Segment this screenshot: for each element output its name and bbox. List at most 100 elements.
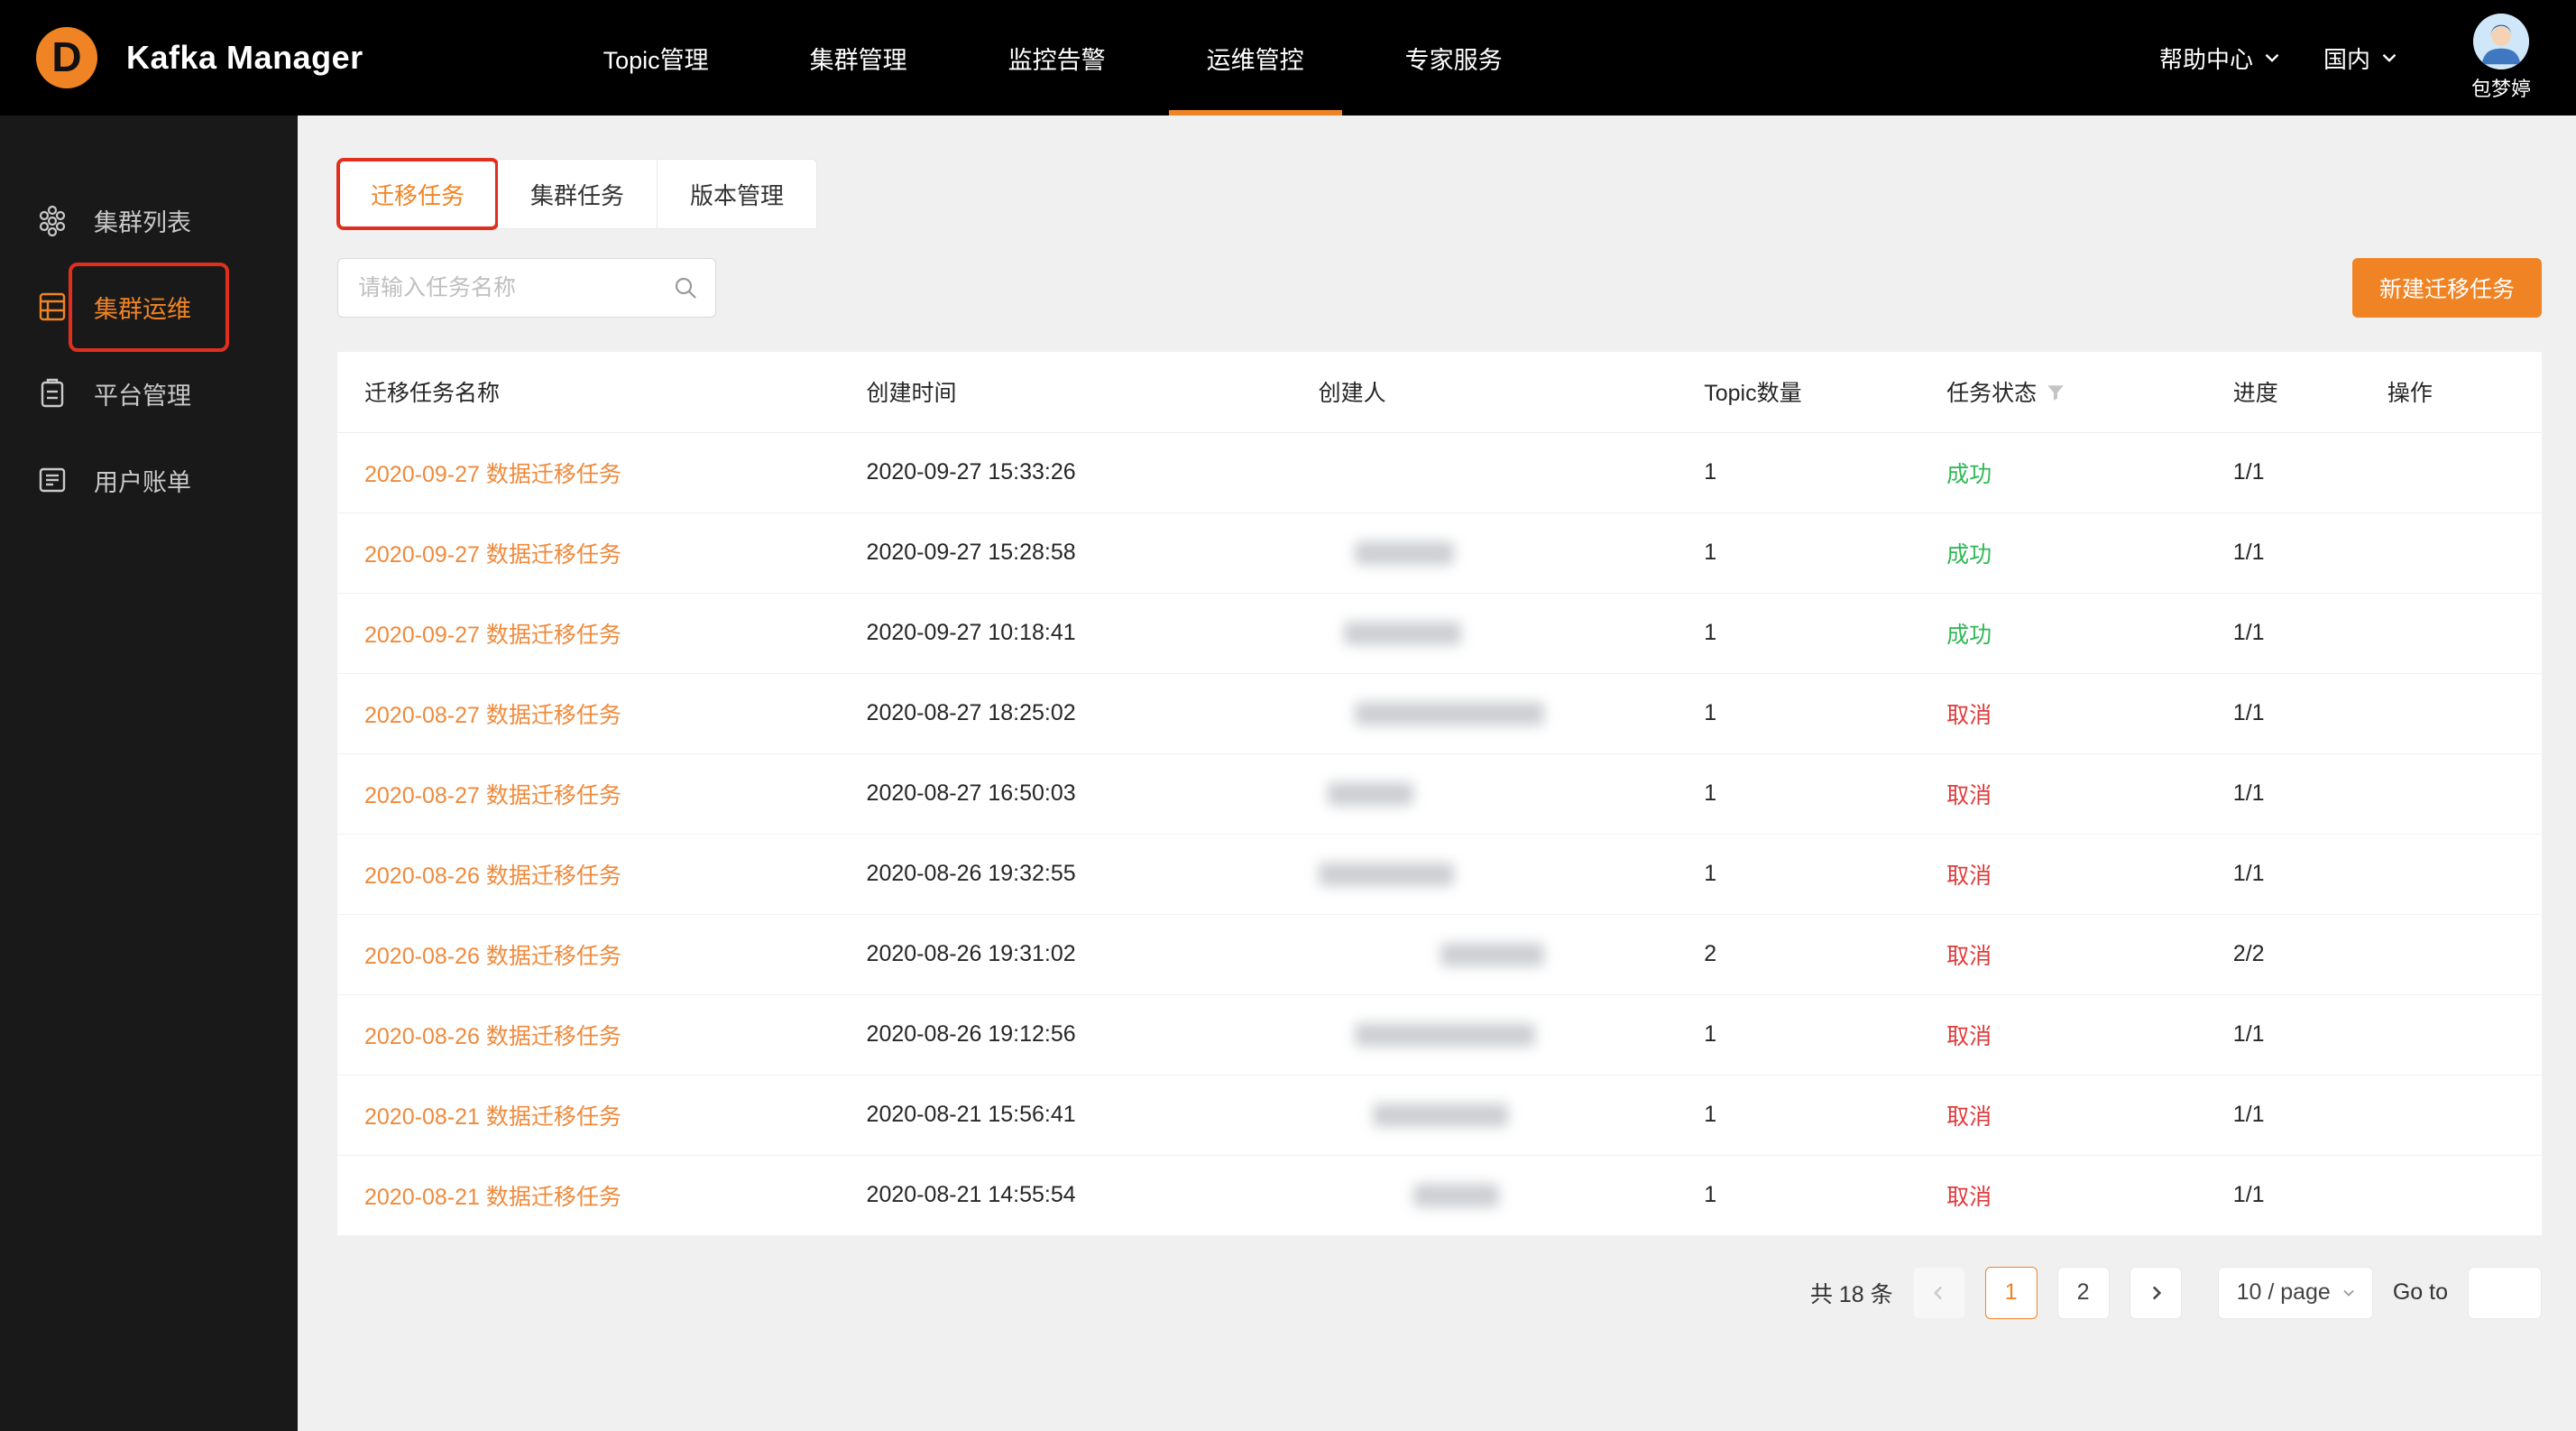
table-row: 2020-09-27 数据迁移任务2020-09-27 15:28:581成功1… <box>337 512 2542 593</box>
sidebar-item-label: 集群运维 <box>94 290 191 325</box>
sidebar-item-label: 集群列表 <box>94 203 191 238</box>
tab[interactable]: 迁移任务 <box>337 159 498 229</box>
cluster-icon <box>36 204 69 236</box>
column-header-label: 创建人 <box>1319 381 1386 406</box>
sidebar: 集群列表集群运维平台管理用户账单 <box>0 115 298 1431</box>
next-page-button[interactable] <box>2130 1267 2182 1319</box>
page-size-value: 10 / page <box>2237 1279 2331 1306</box>
nav-item[interactable]: 监控告警 <box>958 0 1156 115</box>
total-count: 共 18 条 <box>1810 1277 1893 1309</box>
topic-count: 1 <box>1704 593 1946 673</box>
task-name-link[interactable]: 2020-08-27 数据迁移任务 <box>364 783 621 808</box>
progress-value: 1/1 <box>2233 512 2387 593</box>
progress-value: 1/1 <box>2233 994 2387 1075</box>
table-row: 2020-09-27 数据迁移任务2020-09-27 15:33:261成功1… <box>337 432 2542 512</box>
progress-value: 1/1 <box>2233 753 2387 834</box>
status-badge: 成功 <box>1946 542 1992 568</box>
search-input[interactable] <box>337 258 716 318</box>
prev-page-button[interactable] <box>1913 1267 1965 1319</box>
region-selector[interactable]: 国内 <box>2323 42 2401 75</box>
help-center-link[interactable]: 帮助中心 <box>2159 42 2284 75</box>
task-name-link[interactable]: 2020-08-21 数据迁移任务 <box>364 1104 621 1130</box>
column-header-label: 创建时间 <box>867 381 957 406</box>
sidebar-item[interactable]: 平台管理 <box>0 350 298 437</box>
task-name-link[interactable]: 2020-08-26 数据迁移任务 <box>364 944 621 969</box>
chevron-right-icon <box>2144 1281 2167 1305</box>
actions-cell <box>2387 512 2542 593</box>
actions-cell <box>2387 593 2542 673</box>
redacted-creator <box>1355 1023 1535 1047</box>
goto-page-input[interactable] <box>2468 1267 2542 1319</box>
sidebar-item-label: 用户账单 <box>94 463 191 498</box>
task-name-link[interactable]: 2020-08-21 数据迁移任务 <box>364 1185 621 1210</box>
task-name-link[interactable]: 2020-09-27 数据迁移任务 <box>364 623 621 648</box>
page-button[interactable]: 1 <box>1985 1267 2038 1319</box>
topic-count: 1 <box>1704 834 1946 914</box>
task-name-link[interactable]: 2020-08-26 数据迁移任务 <box>364 1024 621 1049</box>
pagination: 共 18 条 12 10 / page Go to <box>337 1267 2542 1319</box>
task-name-link[interactable]: 2020-09-27 数据迁移任务 <box>364 542 621 568</box>
actions-cell <box>2387 673 2542 753</box>
status-badge: 成功 <box>1946 623 1992 648</box>
tab[interactable]: 集群任务 <box>498 159 658 229</box>
ops-icon <box>36 291 69 323</box>
search-icon <box>673 275 698 300</box>
svg-text:D: D <box>51 33 81 80</box>
chevron-down-icon <box>2340 1284 2358 1302</box>
created-time: 2020-08-27 18:25:02 <box>867 673 1319 753</box>
progress-value: 2/2 <box>2233 914 2387 994</box>
nav-item[interactable]: 运维管控 <box>1156 0 1355 115</box>
created-time: 2020-08-27 16:50:03 <box>867 753 1319 834</box>
table-row: 2020-08-26 数据迁移任务2020-08-26 19:31:022取消2… <box>337 914 2542 994</box>
sidebar-item[interactable]: 集群列表 <box>0 177 298 263</box>
redacted-creator <box>1355 541 1454 565</box>
nav-item[interactable]: Topic管理 <box>553 0 759 115</box>
column-header[interactable]: 任务状态 <box>1946 352 2233 432</box>
chevron-down-icon <box>2378 46 2401 69</box>
nav-item-label: 运维管控 <box>1207 41 1304 76</box>
filter-icon[interactable] <box>2046 383 2065 402</box>
table-row: 2020-08-26 数据迁移任务 2020-08-26 19:12:56 1取消 1… <box>337 994 2542 1075</box>
created-time: 2020-08-26 19:12:56 <box>867 994 1319 1075</box>
task-name-link[interactable]: 2020-08-27 数据迁移任务 <box>364 703 621 728</box>
avatar[interactable] <box>2473 14 2529 69</box>
actions-cell <box>2387 914 2542 994</box>
table-row: 2020-08-27 数据迁移任务2020-08-27 18:25:021取消1… <box>337 673 2542 753</box>
table-header: 迁移任务名称创建时间创建人Topic数量任务状态进度操作 <box>337 352 2542 432</box>
created-time: 2020-08-21 15:56:41 <box>867 1075 1319 1155</box>
new-migration-task-button[interactable]: 新建迁移任务 <box>2352 258 2542 318</box>
task-name-link[interactable]: 2020-08-26 数据迁移任务 <box>364 863 621 889</box>
actions-cell <box>2387 1075 2542 1155</box>
sidebar-item[interactable]: 集群运维 <box>0 263 298 350</box>
user-profile[interactable]: 包梦婷 <box>2471 14 2531 102</box>
page-button[interactable]: 2 <box>2057 1267 2110 1319</box>
status-badge: 取消 <box>1946 1185 1992 1210</box>
status-badge: 取消 <box>1946 1024 1992 1049</box>
progress-value: 1/1 <box>2233 593 2387 673</box>
toolbar: 新建迁移任务 <box>337 258 2542 318</box>
page-buttons: 12 <box>1985 1267 2110 1319</box>
status-badge: 取消 <box>1946 944 1992 969</box>
redacted-creator <box>1355 702 1544 725</box>
creator-cell <box>1319 512 1705 593</box>
creator-cell <box>1319 673 1705 753</box>
sidebar-item[interactable]: 用户账单 <box>0 437 298 523</box>
topic-count: 1 <box>1704 994 1946 1075</box>
page-size-select[interactable]: 10 / page <box>2218 1267 2373 1319</box>
redacted-creator <box>1344 622 1461 645</box>
nav-item-label: 专家服务 <box>1405 41 1503 76</box>
creator-cell <box>1319 593 1705 673</box>
column-header-label: 任务状态 <box>1946 381 2037 406</box>
progress-value: 1/1 <box>2233 834 2387 914</box>
redacted-creator <box>1440 943 1544 966</box>
region-label: 国内 <box>2323 42 2370 75</box>
creator-cell <box>1319 753 1705 834</box>
tab[interactable]: 版本管理 <box>658 159 817 229</box>
nav-item[interactable]: 专家服务 <box>1355 0 1553 115</box>
table-row: 2020-09-27 数据迁移任务2020-09-27 10:18:411成功1… <box>337 593 2542 673</box>
tab-label: 版本管理 <box>690 178 784 211</box>
nav-item[interactable]: 集群管理 <box>759 0 958 115</box>
search-box <box>337 258 716 318</box>
task-name-link[interactable]: 2020-09-27 数据迁移任务 <box>364 462 621 487</box>
column-header: 操作 <box>2387 352 2542 432</box>
